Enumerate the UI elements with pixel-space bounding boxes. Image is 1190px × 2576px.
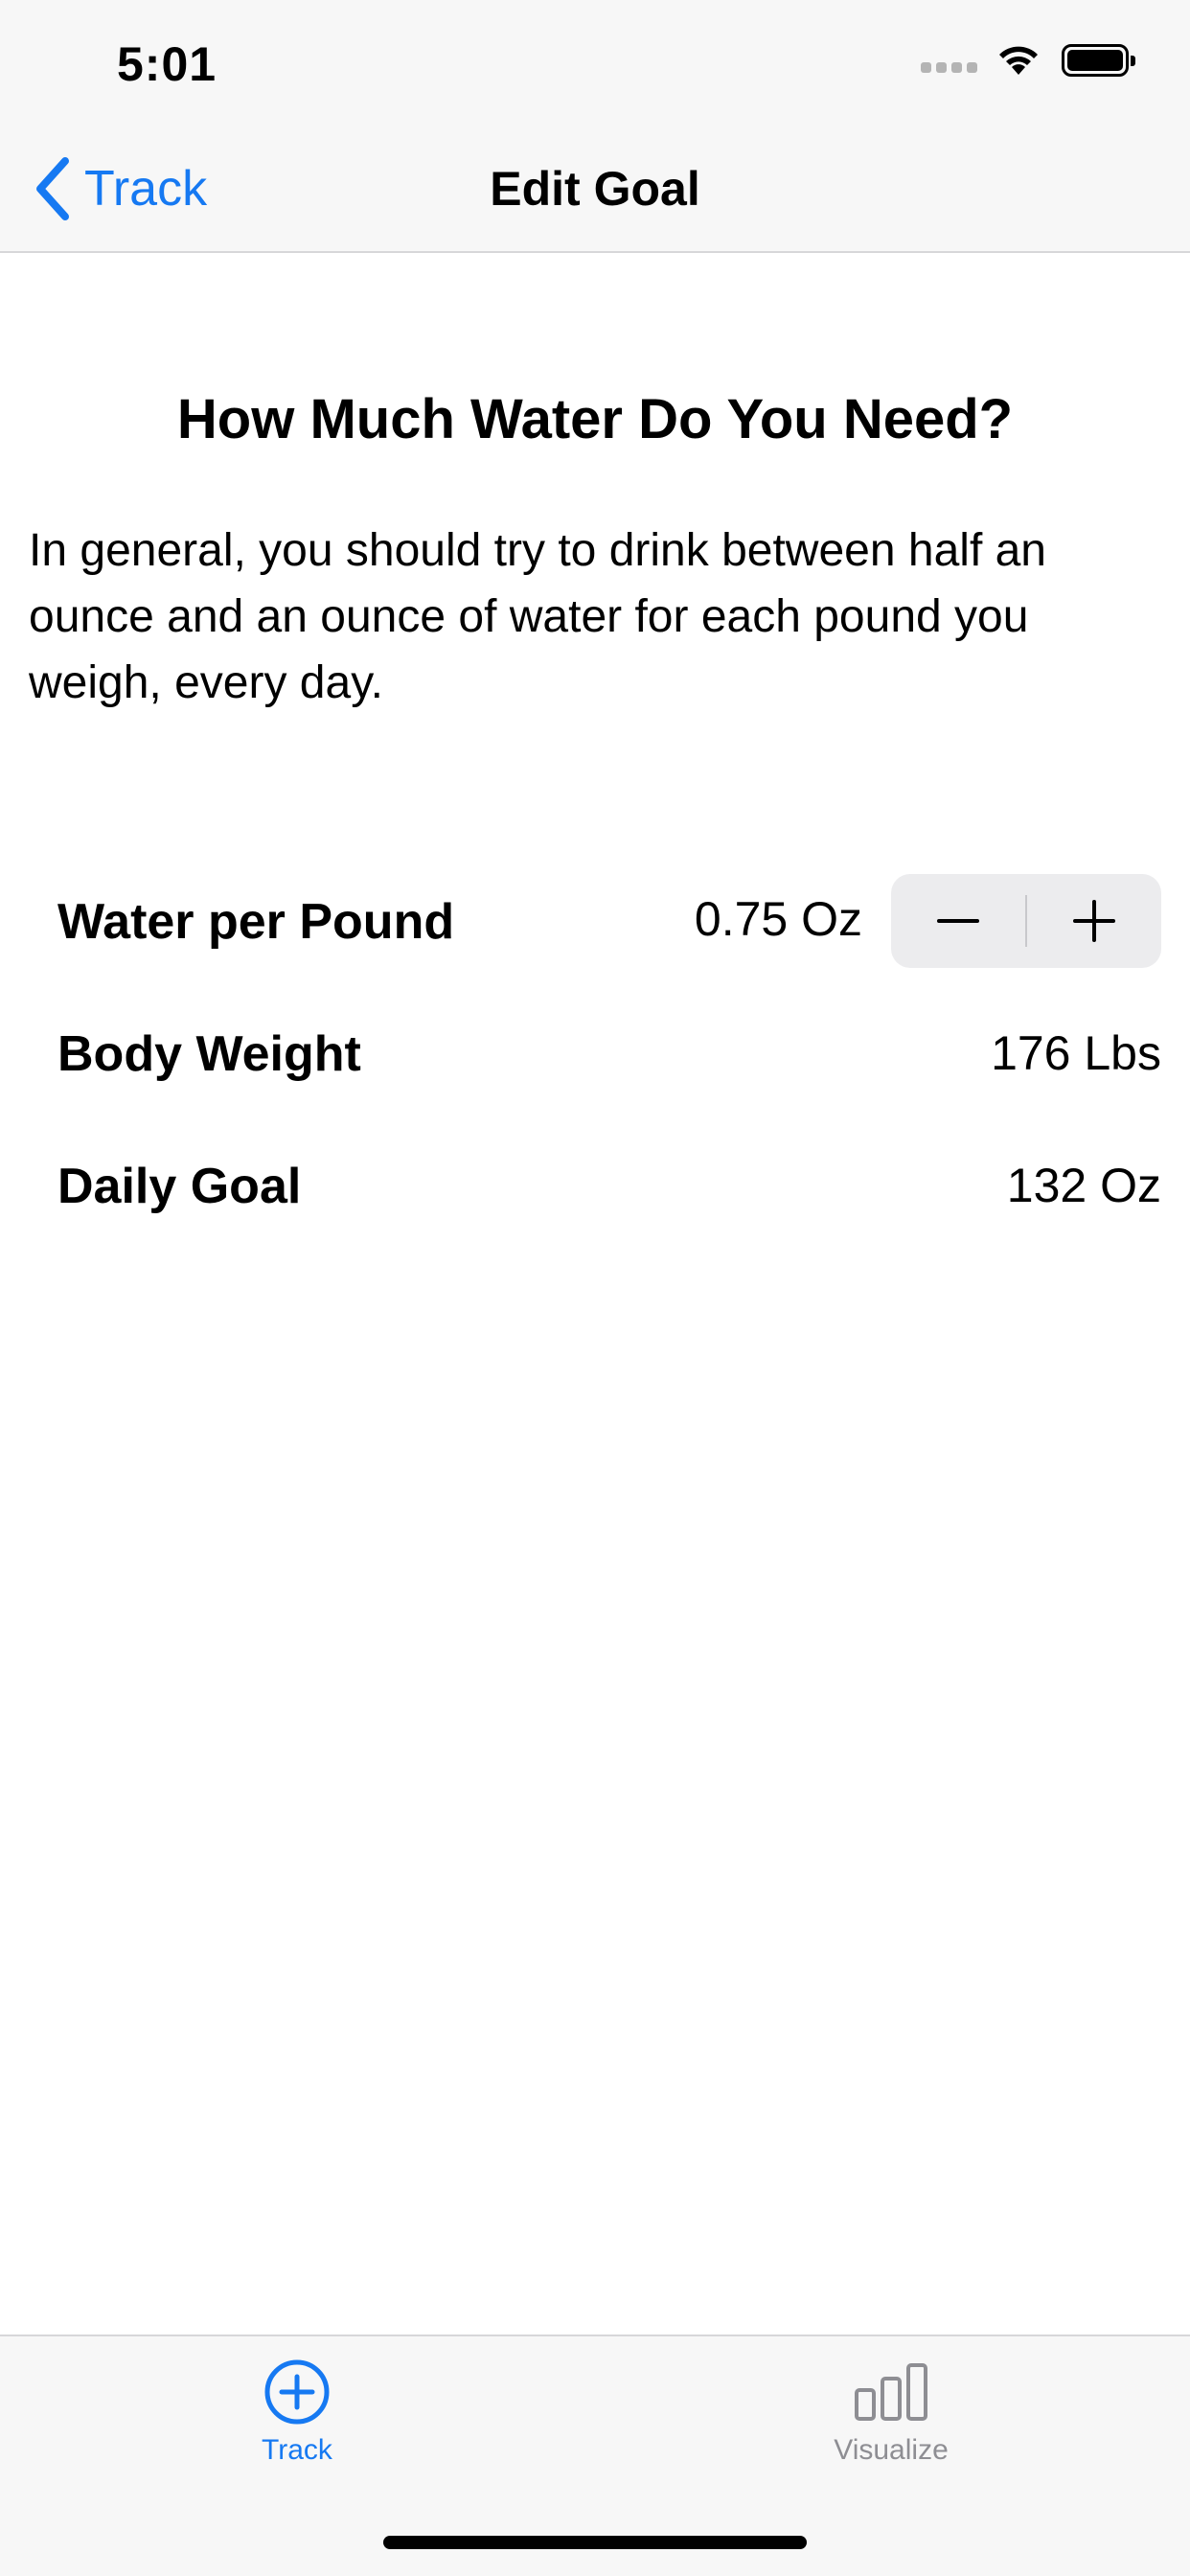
cellular-signal-icon — [921, 61, 977, 73]
increment-button[interactable] — [1027, 874, 1161, 968]
navigation-bar: Track Edit Goal — [0, 126, 1190, 253]
tab-track[interactable]: Track — [172, 2358, 422, 2467]
water-per-pound-value: 0.75 Oz — [694, 892, 862, 946]
tab-visualize-label: Visualize — [834, 2434, 949, 2466]
page-title: Edit Goal — [490, 162, 700, 216]
tab-visualize[interactable]: Visualize — [767, 2358, 1016, 2467]
body-weight-value: 176 Lbs — [991, 1026, 1161, 1080]
body-weight-label: Body Weight — [57, 1026, 361, 1082]
battery-icon — [1062, 44, 1135, 77]
home-indicator — [383, 2536, 807, 2549]
plus-icon — [1073, 900, 1115, 942]
minus-icon — [937, 919, 979, 923]
water-per-pound-row: Water per Pound 0.75 Oz — [57, 874, 1161, 970]
status-bar: 5:01 — [0, 0, 1190, 126]
decrement-button[interactable] — [891, 874, 1025, 968]
status-time: 5:01 — [117, 37, 217, 91]
tab-track-label: Track — [262, 2434, 332, 2466]
section-heading: How Much Water Do You Need? — [176, 388, 1014, 450]
wifi-icon — [999, 46, 1038, 75]
water-per-pound-label: Water per Pound — [57, 894, 455, 950]
bar-chart-icon — [855, 2363, 927, 2421]
status-icons — [921, 44, 1135, 77]
description-text: In general, you should try to drink betw… — [29, 525, 1046, 708]
plus-circle-icon — [264, 2359, 330, 2425]
daily-goal-value: 132 Oz — [1006, 1159, 1161, 1212]
water-per-pound-stepper[interactable] — [891, 874, 1161, 968]
body-weight-row: Body Weight 176 Lbs — [57, 1006, 1161, 1102]
daily-goal-row: Daily Goal 132 Oz — [57, 1138, 1161, 1234]
daily-goal-label: Daily Goal — [57, 1159, 302, 1214]
